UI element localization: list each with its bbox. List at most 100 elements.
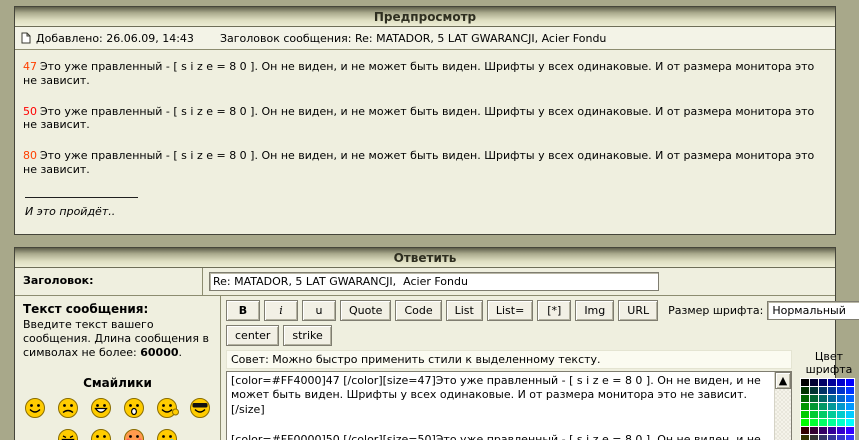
textarea-scrollbar[interactable]: ▲ [774, 372, 791, 440]
color-swatch[interactable] [837, 419, 845, 426]
color-swatch[interactable] [837, 403, 845, 410]
color-swatch[interactable] [828, 387, 836, 394]
message-row: Текст сообщения: Введите текст вашего со… [15, 296, 835, 440]
color-swatch[interactable] [819, 427, 827, 434]
bbcode-code-button[interactable]: Code [395, 300, 441, 321]
color-swatch[interactable] [837, 411, 845, 418]
color-swatch[interactable] [828, 403, 836, 410]
color-swatch[interactable] [828, 379, 836, 386]
smiley-cool-icon[interactable] [188, 396, 212, 420]
message-editor-box: [color=#FF4000]47 [/color][size=47]Это у… [226, 371, 792, 440]
color-swatch[interactable] [819, 411, 827, 418]
smiley-punch-icon[interactable] [89, 427, 113, 440]
color-swatch[interactable] [810, 435, 818, 440]
color-swatch[interactable] [801, 379, 809, 386]
color-swatch[interactable] [801, 411, 809, 418]
color-swatch[interactable] [837, 435, 845, 440]
color-swatch[interactable] [810, 395, 818, 402]
scrollbar-track[interactable] [775, 389, 791, 440]
bbcode-quote-button[interactable]: Quote [340, 300, 391, 321]
color-swatch[interactable] [846, 387, 854, 394]
color-swatch[interactable] [828, 435, 836, 440]
color-swatch[interactable] [801, 419, 809, 426]
color-swatch[interactable] [810, 419, 818, 426]
color-swatch[interactable] [837, 379, 845, 386]
color-swatch[interactable] [837, 395, 845, 402]
post-added-text: Добавлено: 26.06.09, 14:43 [36, 32, 194, 45]
post-subject-label: Заголовок сообщения: [220, 32, 352, 45]
smiley-point-icon[interactable] [155, 396, 179, 420]
color-swatch[interactable] [801, 403, 809, 410]
smiley-eek-icon[interactable] [122, 396, 146, 420]
bbcode-list-item-button[interactable]: [*] [537, 300, 571, 321]
preview-paragraph: 80Это уже правленный - [ s i z e = 8 0 ]… [23, 149, 827, 177]
font-color-palette [800, 378, 855, 440]
font-size-select[interactable]: Нормальный ▼ [767, 301, 859, 320]
hint-period: . [179, 346, 183, 359]
color-swatch[interactable] [828, 419, 836, 426]
bbcode-underline-button[interactable]: u [302, 300, 336, 321]
color-swatch[interactable] [810, 427, 818, 434]
color-swatch[interactable] [846, 427, 854, 434]
color-swatch[interactable] [846, 379, 854, 386]
color-swatch[interactable] [828, 411, 836, 418]
color-swatch[interactable] [846, 395, 854, 402]
color-swatch[interactable] [846, 411, 854, 418]
smiley-smile-icon[interactable] [23, 396, 47, 420]
editor-tip: Совет: Можно быстро применить стили к вы… [226, 350, 792, 369]
size-number: 50 [23, 105, 37, 118]
color-swatch[interactable] [819, 387, 827, 394]
smilies-grid [23, 396, 212, 440]
bbcode-italic-button[interactable]: i [264, 300, 298, 321]
color-swatch[interactable] [846, 403, 854, 410]
bbcode-img-button[interactable]: Img [575, 300, 614, 321]
bbcode-toolbar-row1: B i u Quote Code List List= [*] Img URL … [226, 300, 859, 321]
color-swatch[interactable] [801, 427, 809, 434]
scroll-up-button[interactable]: ▲ [775, 372, 791, 389]
color-swatch[interactable] [828, 395, 836, 402]
smiley-lol-icon[interactable] [56, 427, 80, 440]
size-number: 80 [23, 149, 37, 162]
message-label: Текст сообщения: [23, 302, 212, 316]
color-swatch[interactable] [837, 387, 845, 394]
smilies-row [23, 396, 212, 420]
message-textarea[interactable]: [color=#FF4000]47 [/color][size=47]Это у… [227, 372, 774, 440]
smilies-title: Смайлики [23, 376, 212, 390]
bbcode-bold-button[interactable]: B [226, 300, 260, 321]
preview-panel-title: Предпросмотр [15, 7, 835, 27]
size-number: 47 [23, 60, 37, 73]
color-swatch[interactable] [819, 435, 827, 440]
preview-text: Это уже правленный - [ s i z e = 8 0 ]. … [23, 60, 814, 87]
color-swatch[interactable] [801, 435, 809, 440]
preview-panel: Предпросмотр Добавлено: 26.06.09, 14:43 … [14, 6, 836, 235]
color-swatch[interactable] [819, 419, 827, 426]
color-swatch[interactable] [810, 403, 818, 410]
bbcode-url-button[interactable]: URL [618, 300, 658, 321]
color-swatch[interactable] [810, 379, 818, 386]
bbcode-list-button[interactable]: List [446, 300, 483, 321]
smiley-grin-icon[interactable] [89, 396, 113, 420]
post-info-row: Добавлено: 26.06.09, 14:43 Заголовок соо… [15, 27, 835, 50]
reply-panel: Ответить Заголовок: Текст сообщения: Вве… [14, 247, 836, 440]
font-size-value: Нормальный [768, 304, 859, 317]
smiley-frown-icon[interactable] [56, 396, 80, 420]
color-swatch[interactable] [801, 387, 809, 394]
color-swatch[interactable] [846, 419, 854, 426]
smiley-cry-icon[interactable] [155, 427, 179, 440]
bbcode-center-button[interactable]: center [226, 325, 279, 346]
bbcode-ordered-list-button[interactable]: List= [487, 300, 533, 321]
color-swatch[interactable] [810, 387, 818, 394]
color-swatch[interactable] [801, 395, 809, 402]
color-swatch[interactable] [819, 395, 827, 402]
smiley-blush-icon[interactable] [122, 427, 146, 440]
color-swatch[interactable] [837, 427, 845, 434]
subject-input[interactable] [209, 272, 659, 291]
color-swatch[interactable] [819, 403, 827, 410]
bbcode-strike-button[interactable]: strike [283, 325, 331, 346]
color-swatch[interactable] [819, 379, 827, 386]
color-swatch[interactable] [828, 427, 836, 434]
preview-paragraph: 47Это уже правленный - [ s i z e = 8 0 ]… [23, 60, 827, 88]
preview-text: Это уже правленный - [ s i z e = 8 0 ]. … [23, 105, 814, 132]
color-swatch[interactable] [846, 435, 854, 440]
color-swatch[interactable] [810, 411, 818, 418]
